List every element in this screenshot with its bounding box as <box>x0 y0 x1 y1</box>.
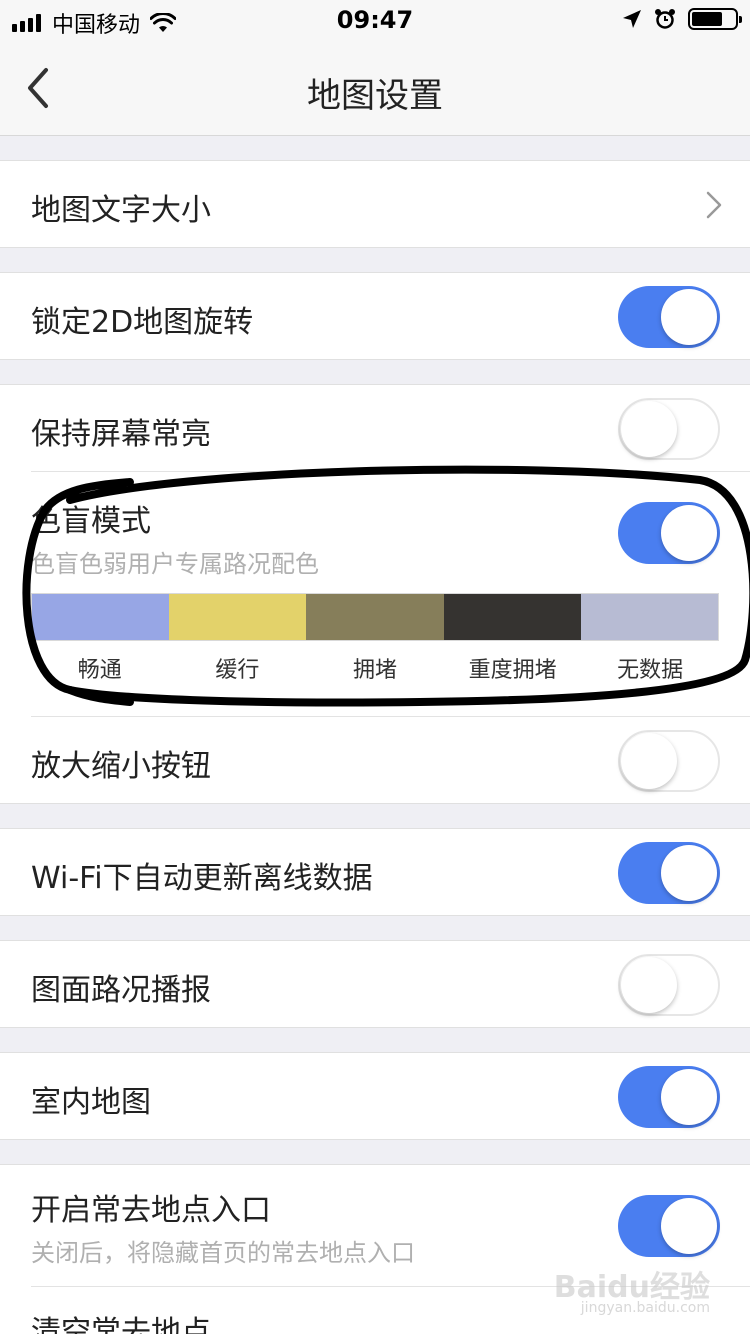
section-map-text-size: 地图文字大小 <box>0 160 750 248</box>
location-arrow-icon <box>623 10 641 28</box>
setting-row-wifi-auto-update: Wi-Fi下自动更新离线数据 <box>0 829 750 915</box>
setting-label: 清空常去地点 <box>31 1315 211 1334</box>
lock-2d-rotation-toggle[interactable] <box>618 286 720 348</box>
setting-label: 地图文字大小 <box>31 193 211 228</box>
legend-label: 缓行 <box>215 658 260 683</box>
keep-screen-on-toggle[interactable] <box>618 398 720 460</box>
chevron-right-icon <box>706 191 722 219</box>
setting-row-map-text-size[interactable]: 地图文字大小 <box>0 161 750 247</box>
legend-swatch-heavy <box>443 594 581 640</box>
legend-swatch-smooth <box>32 594 170 640</box>
zoom-buttons-toggle[interactable] <box>618 730 720 792</box>
legend-label: 拥堵 <box>352 658 397 683</box>
legend-swatch-slow <box>169 594 307 640</box>
colorblind-mode-toggle[interactable] <box>618 502 720 564</box>
legend-swatch-congested <box>306 594 444 640</box>
section-lock-2d: 锁定2D地图旋转 <box>0 272 750 360</box>
legend-label: 重度拥堵 <box>468 658 557 683</box>
setting-row-keep-screen-on: 保持屏幕常亮 <box>0 385 750 471</box>
setting-label: 色盲模式 <box>31 504 151 539</box>
section-traffic-broadcast: 图面路况播报 <box>0 940 750 1028</box>
setting-row-indoor-map: 室内地图 <box>0 1053 750 1139</box>
traffic-legend-bar <box>31 593 719 641</box>
watermark-url: jingyan.baidu.com <box>580 1300 710 1316</box>
nav-bar: 地图设置 <box>0 40 750 136</box>
setting-subtitle: 关闭后，将隐藏首页的常去地点入口 <box>31 1239 415 1267</box>
setting-label: 保持屏幕常亮 <box>31 417 211 452</box>
wifi-auto-update-toggle[interactable] <box>618 842 720 904</box>
alarm-clock-icon <box>655 9 675 29</box>
legend-label: 畅通 <box>77 658 122 683</box>
setting-label: 室内地图 <box>31 1085 151 1120</box>
setting-label: 图面路况播报 <box>31 973 211 1008</box>
traffic-legend-labels: 畅通 缓行 拥堵 重度拥堵 无数据 <box>31 652 719 684</box>
setting-label: 放大缩小按钮 <box>31 749 211 784</box>
setting-label: 开启常去地点入口 <box>31 1193 271 1228</box>
page-title: 地图设置 <box>307 76 443 116</box>
legend-label: 无数据 <box>617 658 684 683</box>
setting-subtitle: 色盲色弱用户专属路况配色 <box>31 550 319 578</box>
indoor-map-toggle[interactable] <box>618 1066 720 1128</box>
setting-row-traffic-broadcast: 图面路况播报 <box>0 941 750 1027</box>
section-display: 保持屏幕常亮 色盲模式 色盲色弱用户专属路况配色 畅通 缓行 拥堵 重度拥堵 无… <box>0 384 750 804</box>
frequent-places-toggle[interactable] <box>618 1195 720 1257</box>
section-wifi: Wi-Fi下自动更新离线数据 <box>0 828 750 916</box>
setting-row-colorblind-mode: 色盲模式 色盲色弱用户专属路况配色 畅通 缓行 拥堵 重度拥堵 无数据 <box>0 472 750 716</box>
setting-row-zoom-buttons: 放大缩小按钮 <box>0 717 750 803</box>
traffic-broadcast-toggle[interactable] <box>618 954 720 1016</box>
setting-row-lock-2d-rotation: 锁定2D地图旋转 <box>0 273 750 359</box>
section-indoor-map: 室内地图 <box>0 1052 750 1140</box>
setting-label: 锁定2D地图旋转 <box>31 305 254 340</box>
legend-swatch-no-data <box>580 594 719 640</box>
battery-icon <box>688 8 742 30</box>
setting-label: Wi-Fi下自动更新离线数据 <box>31 861 373 896</box>
status-bar: 中国移动 09:47 <box>0 0 750 40</box>
